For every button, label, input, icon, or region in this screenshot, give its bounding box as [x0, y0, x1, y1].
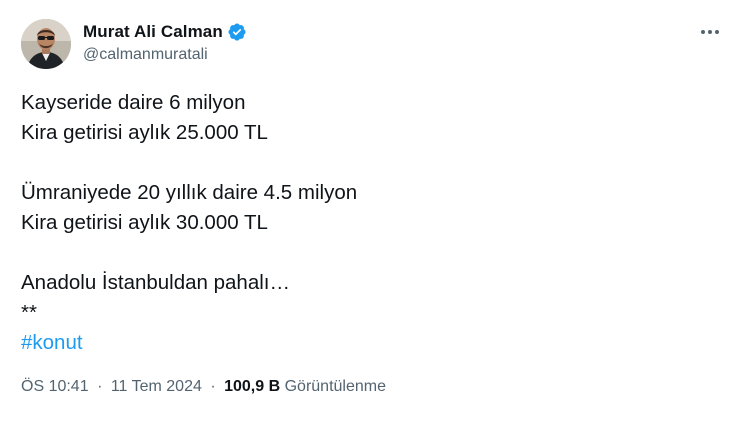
views-label: Görüntülenme — [284, 378, 386, 395]
name-row: Murat Ali Calman — [83, 21, 247, 43]
author-block: Murat Ali Calman @calmanmuratali — [83, 21, 247, 64]
tweet-line: Kira getirisi aylık 25.000 TL — [21, 121, 268, 144]
tweet-card: Murat Ali Calman @calmanmuratali Kayseri… — [0, 0, 736, 423]
display-name[interactable]: Murat Ali Calman — [83, 22, 223, 42]
tweet-text: Kayseride daire 6 milyon Kira getirisi a… — [21, 88, 711, 358]
tweet-line: Ümraniyede 20 yıllık daire 4.5 milyon — [21, 181, 358, 204]
meta-separator: · — [210, 378, 216, 395]
more-options-icon[interactable] — [698, 22, 722, 42]
tweet-meta: ÖS 10:41 · 11 Tem 2024 · 100,9 B Görüntü… — [21, 378, 386, 396]
tweet-line — [21, 148, 711, 178]
tweet-time[interactable]: ÖS 10:41 — [21, 378, 89, 395]
tweet-line: Kayseride daire 6 milyon — [21, 91, 246, 114]
tweet-line — [21, 238, 711, 268]
tweet-line: Kira getirisi aylık 30.000 TL — [21, 211, 268, 234]
avatar[interactable] — [21, 19, 71, 69]
verified-badge-icon[interactable] — [227, 22, 247, 42]
meta-separator: · — [97, 378, 103, 395]
avatar-image — [21, 19, 71, 69]
tweet-line: Anadolu İstanbuldan pahalı… — [21, 271, 290, 294]
tweet-date[interactable]: 11 Tem 2024 — [111, 378, 202, 395]
views-count: 100,9 B — [224, 378, 281, 395]
tweet-line: ** — [21, 301, 37, 324]
hashtag-link[interactable]: #konut — [21, 328, 711, 358]
handle[interactable]: @calmanmuratali — [83, 46, 247, 64]
